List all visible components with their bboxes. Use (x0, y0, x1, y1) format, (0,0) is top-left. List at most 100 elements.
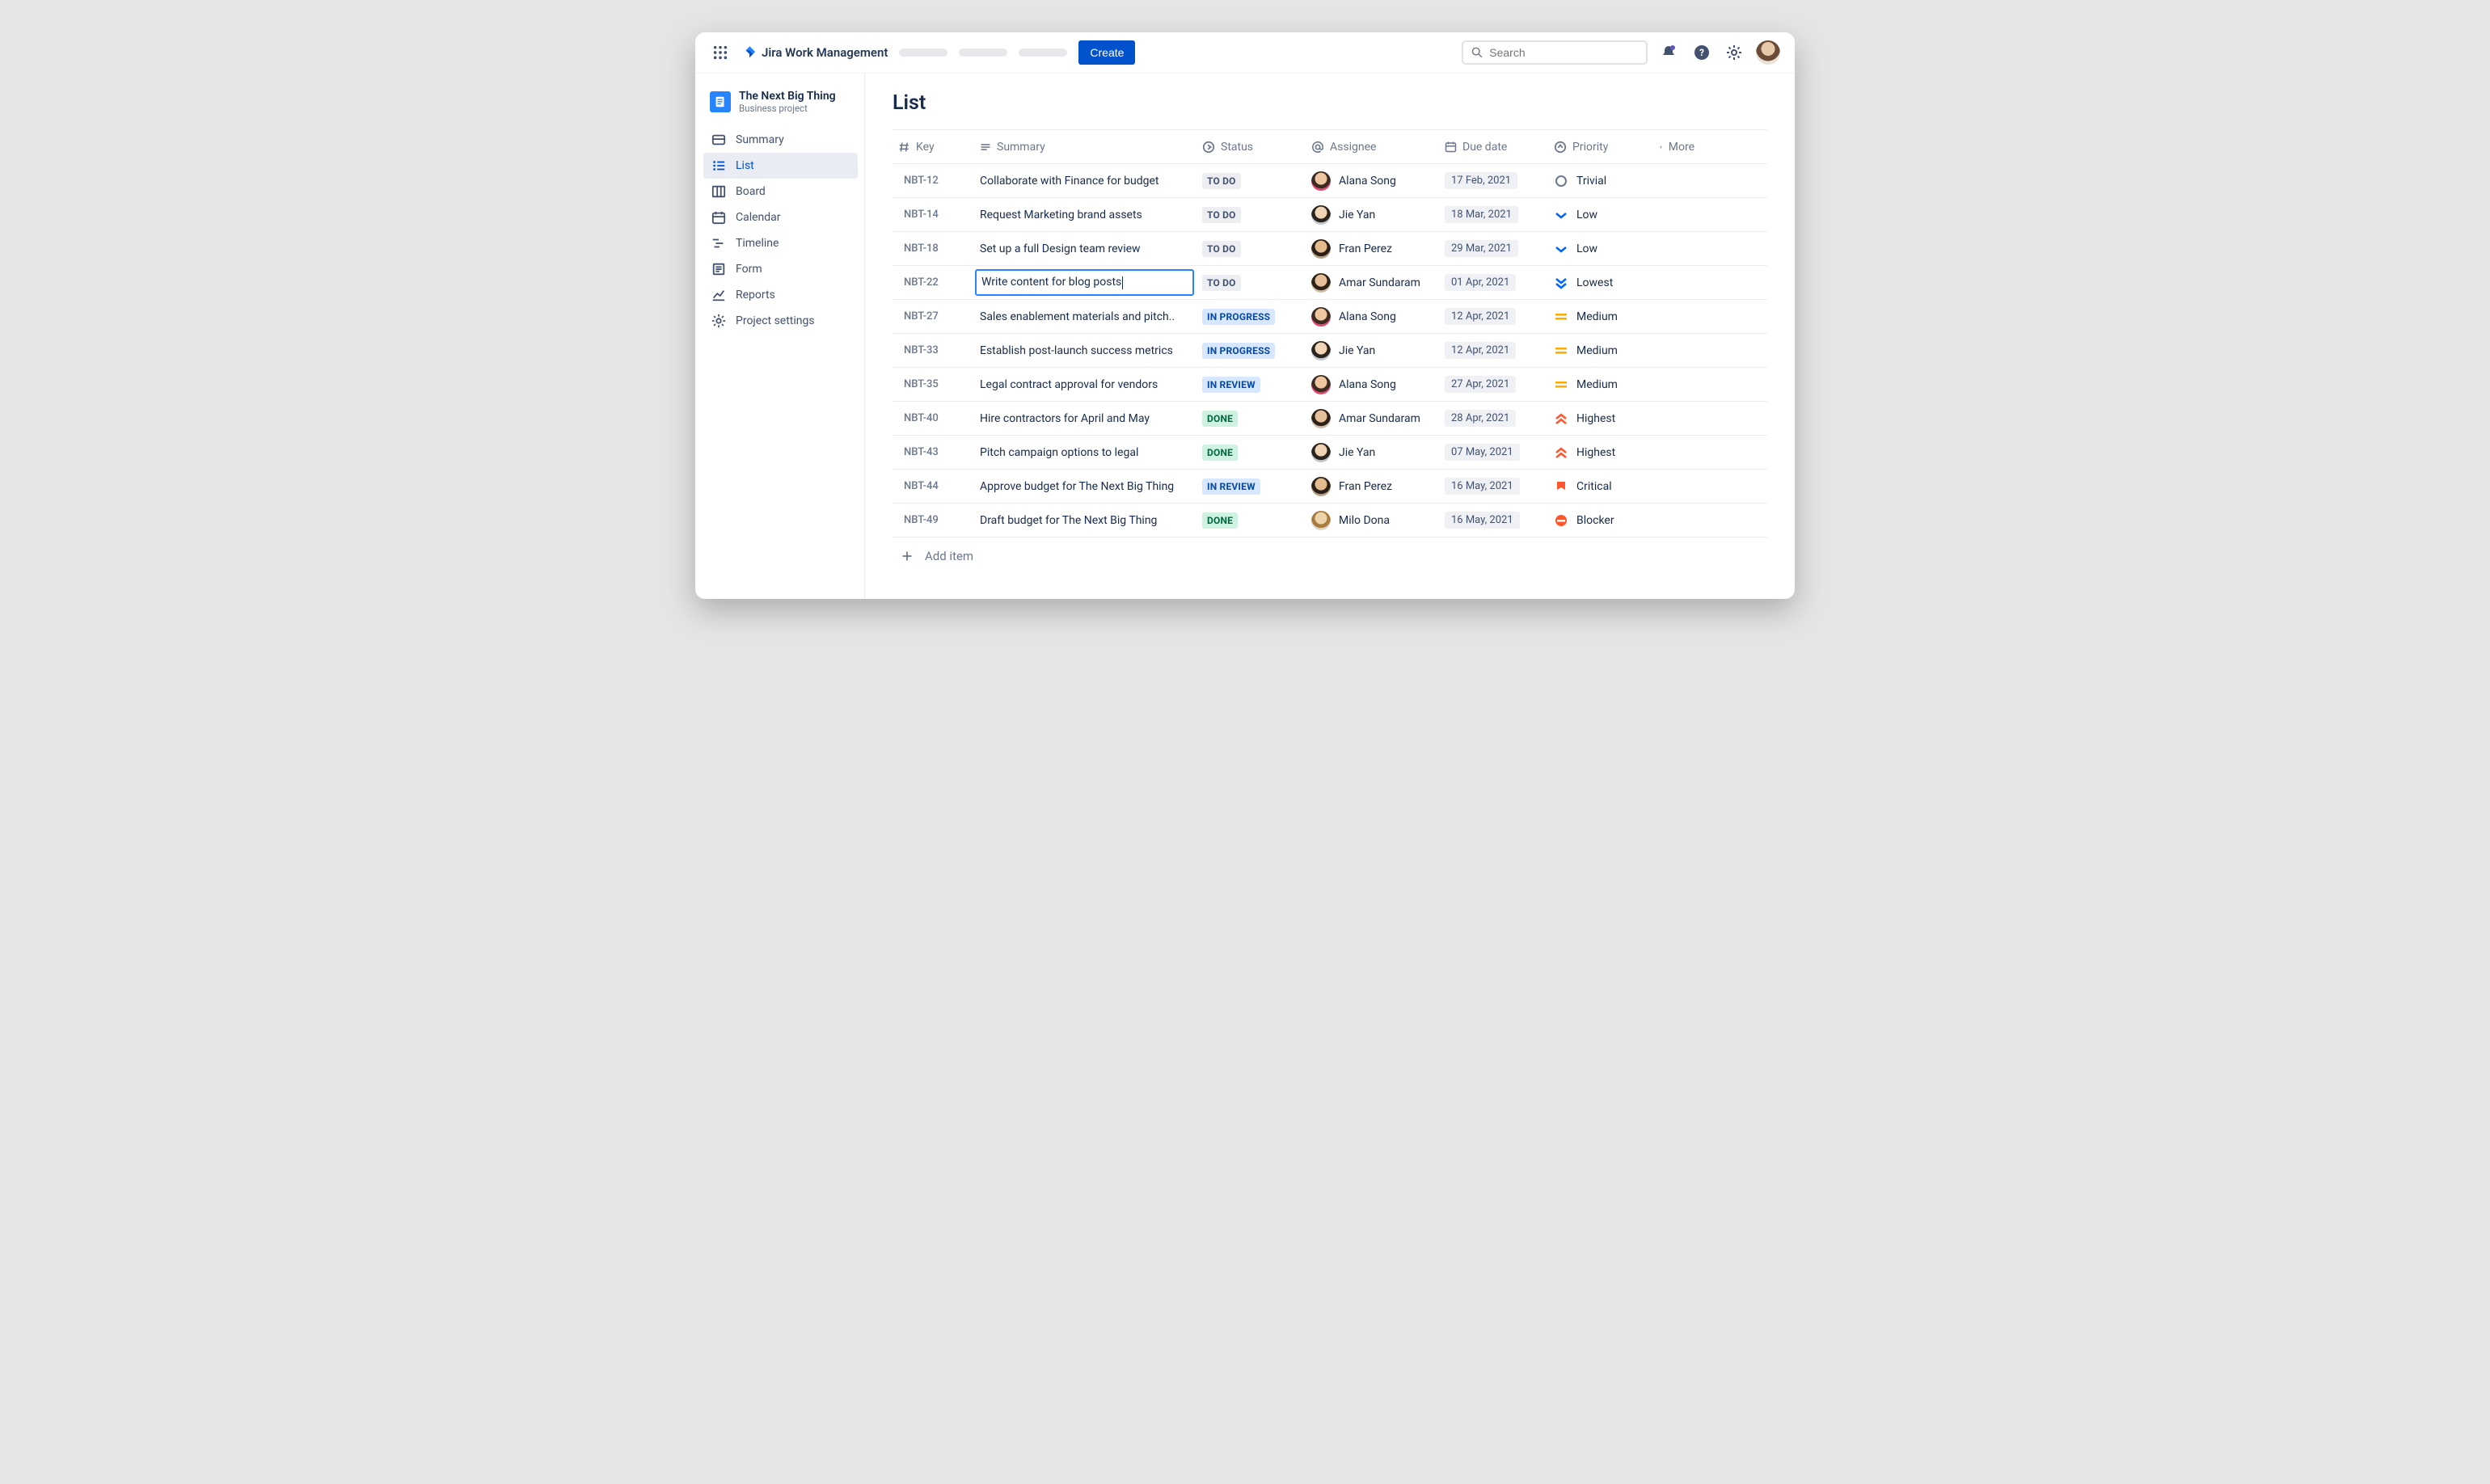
issue-due-date[interactable]: 27 Apr, 2021 (1438, 369, 1547, 399)
issue-key[interactable]: NBT-14 (893, 202, 973, 227)
issue-assignee[interactable]: Fran Perez (1305, 233, 1438, 265)
issue-status[interactable]: IN PROGRESS (1196, 336, 1305, 365)
issue-priority[interactable]: Medium (1547, 303, 1652, 331)
issue-summary[interactable]: Sales enablement materials and pitch.. (973, 304, 1196, 330)
issue-due-date[interactable]: 29 Mar, 2021 (1438, 234, 1547, 263)
sidebar-item-timeline[interactable]: Timeline (703, 230, 858, 256)
issue-summary[interactable]: Establish post-launch success metrics (973, 338, 1196, 364)
issue-status[interactable]: IN REVIEW (1196, 472, 1305, 501)
issue-assignee[interactable]: Alana Song (1305, 369, 1438, 401)
app-switcher-icon[interactable] (710, 42, 731, 63)
issue-status[interactable]: DONE (1196, 506, 1305, 535)
issue-priority[interactable]: Critical (1547, 473, 1652, 500)
issue-priority[interactable]: Blocker (1547, 507, 1652, 534)
issue-status[interactable]: IN PROGRESS (1196, 302, 1305, 331)
table-row[interactable]: NBT-43 Pitch campaign options to legal D… (893, 436, 1767, 470)
issue-priority[interactable]: Highest (1547, 405, 1652, 432)
issue-summary[interactable]: Hire contractors for April and May (973, 406, 1196, 432)
issue-due-date[interactable]: 16 May, 2021 (1438, 505, 1547, 535)
help-icon[interactable] (1691, 42, 1712, 63)
issue-assignee[interactable]: Amar Sundaram (1305, 403, 1438, 435)
col-status[interactable]: Status (1196, 134, 1305, 160)
issue-key[interactable]: NBT-18 (893, 236, 973, 261)
search-box[interactable] (1462, 40, 1648, 65)
sidebar-item-list[interactable]: List (703, 153, 858, 179)
issue-assignee[interactable]: Jie Yan (1305, 335, 1438, 367)
issue-summary[interactable]: Write content for blog posts (975, 269, 1194, 295)
issue-summary[interactable]: Request Marketing brand assets (973, 202, 1196, 228)
issue-assignee[interactable]: Alana Song (1305, 165, 1438, 197)
sidebar-item-summary[interactable]: Summary (703, 127, 858, 153)
issue-priority[interactable]: Highest (1547, 439, 1652, 466)
issue-status[interactable]: IN REVIEW (1196, 370, 1305, 399)
issue-summary[interactable]: Draft budget for The Next Big Thing (973, 508, 1196, 533)
sidebar-item-form[interactable]: Form (703, 256, 858, 282)
project-header[interactable]: The Next Big Thing Business project (703, 86, 858, 127)
issue-assignee[interactable]: Amar Sundaram (1305, 267, 1438, 299)
issue-key[interactable]: NBT-44 (893, 474, 973, 499)
table-row[interactable]: NBT-49 Draft budget for The Next Big Thi… (893, 504, 1767, 538)
issue-status[interactable]: DONE (1196, 438, 1305, 467)
settings-icon[interactable] (1724, 42, 1745, 63)
issue-status[interactable]: TO DO (1196, 234, 1305, 263)
issue-key[interactable]: NBT-49 (893, 508, 973, 533)
table-row[interactable]: NBT-40 Hire contractors for April and Ma… (893, 402, 1767, 436)
notifications-icon[interactable] (1659, 42, 1680, 63)
table-row[interactable]: NBT-22 Write content for blog posts TO D… (893, 266, 1767, 300)
issue-summary[interactable]: Legal contract approval for vendors (973, 372, 1196, 398)
issue-priority[interactable]: Lowest (1547, 269, 1652, 297)
product-logo[interactable]: Jira Work Management (742, 45, 888, 60)
issue-due-date[interactable]: 17 Feb, 2021 (1438, 166, 1547, 196)
issue-summary[interactable]: Approve budget for The Next Big Thing (973, 474, 1196, 500)
col-key[interactable]: Key (893, 134, 973, 160)
issue-due-date[interactable]: 28 Apr, 2021 (1438, 403, 1547, 433)
col-more[interactable]: More (1652, 134, 1701, 160)
col-due[interactable]: Due date (1438, 134, 1547, 160)
search-input[interactable] (1489, 46, 1638, 59)
issue-due-date[interactable]: 18 Mar, 2021 (1438, 200, 1547, 230)
issue-assignee[interactable]: Milo Dona (1305, 504, 1438, 537)
issue-summary[interactable]: Collaborate with Finance for budget (973, 168, 1196, 194)
col-assignee[interactable]: Assignee (1305, 134, 1438, 160)
issue-priority[interactable]: Medium (1547, 337, 1652, 365)
table-row[interactable]: NBT-44 Approve budget for The Next Big T… (893, 470, 1767, 504)
col-priority[interactable]: Priority (1547, 134, 1652, 160)
issue-assignee[interactable]: Jie Yan (1305, 199, 1438, 231)
sidebar-item-reports[interactable]: Reports (703, 282, 858, 308)
issue-assignee[interactable]: Jie Yan (1305, 436, 1438, 469)
table-row[interactable]: NBT-27 Sales enablement materials and pi… (893, 300, 1767, 334)
issue-summary[interactable]: Set up a full Design team review (973, 236, 1196, 262)
issue-status[interactable]: TO DO (1196, 167, 1305, 196)
issue-due-date[interactable]: 16 May, 2021 (1438, 471, 1547, 501)
issue-priority[interactable]: Trivial (1547, 167, 1652, 195)
table-row[interactable]: NBT-14 Request Marketing brand assets TO… (893, 198, 1767, 232)
col-summary[interactable]: Summary (973, 134, 1196, 160)
sidebar-item-calendar[interactable]: Calendar (703, 204, 858, 230)
issue-key[interactable]: NBT-27 (893, 304, 973, 329)
issue-key[interactable]: NBT-35 (893, 372, 973, 397)
issue-due-date[interactable]: 12 Apr, 2021 (1438, 335, 1547, 365)
create-button[interactable]: Create (1078, 40, 1135, 65)
profile-avatar[interactable] (1756, 40, 1780, 65)
issue-key[interactable]: NBT-12 (893, 168, 973, 193)
add-item-button[interactable]: Add item (893, 538, 1767, 575)
sidebar-item-board[interactable]: Board (703, 179, 858, 204)
issue-summary[interactable]: Pitch campaign options to legal (973, 440, 1196, 466)
issue-assignee[interactable]: Alana Song (1305, 301, 1438, 333)
issue-key[interactable]: NBT-33 (893, 338, 973, 363)
issue-status[interactable]: DONE (1196, 404, 1305, 433)
issue-due-date[interactable]: 07 May, 2021 (1438, 437, 1547, 467)
table-row[interactable]: NBT-12 Collaborate with Finance for budg… (893, 164, 1767, 198)
table-row[interactable]: NBT-33 Establish post-launch success met… (893, 334, 1767, 368)
sidebar-item-project-settings[interactable]: Project settings (703, 308, 858, 334)
issue-priority[interactable]: Low (1547, 201, 1652, 229)
issue-key[interactable]: NBT-22 (893, 270, 973, 295)
table-row[interactable]: NBT-18 Set up a full Design team review … (893, 232, 1767, 266)
table-row[interactable]: NBT-35 Legal contract approval for vendo… (893, 368, 1767, 402)
issue-status[interactable]: TO DO (1196, 268, 1305, 297)
issue-assignee[interactable]: Fran Perez (1305, 470, 1438, 503)
issue-due-date[interactable]: 12 Apr, 2021 (1438, 301, 1547, 331)
issue-priority[interactable]: Medium (1547, 371, 1652, 398)
issue-due-date[interactable]: 01 Apr, 2021 (1438, 268, 1547, 297)
issue-status[interactable]: TO DO (1196, 200, 1305, 230)
